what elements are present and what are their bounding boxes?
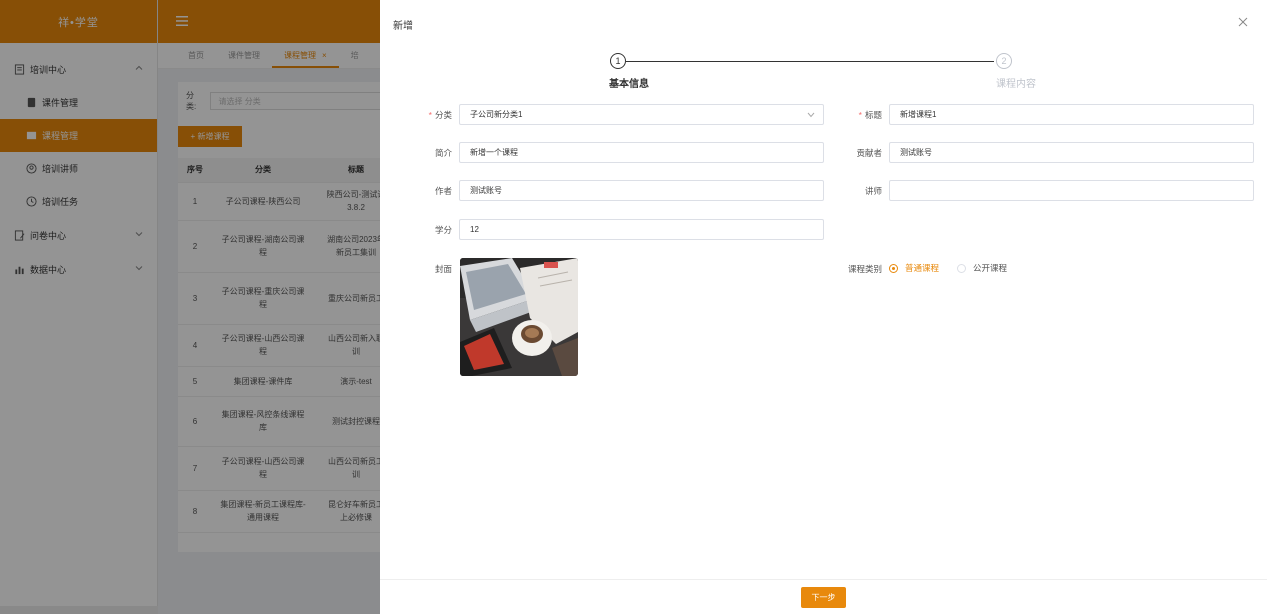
credit-label: 学分 bbox=[434, 225, 452, 235]
drawer-title: 新增 bbox=[393, 21, 413, 32]
lecturer-input[interactable] bbox=[889, 180, 1254, 201]
step-2-number: 2 bbox=[996, 53, 1012, 69]
radio-checked-icon bbox=[889, 263, 898, 273]
contributor-label: 贡献者 bbox=[856, 148, 882, 158]
radio-unchecked-icon bbox=[957, 263, 967, 273]
intro-label: 简介 bbox=[434, 148, 452, 158]
credit-input[interactable]: 12 bbox=[459, 219, 824, 240]
lecturer-label: 讲师 bbox=[864, 186, 882, 196]
step-1-number: 1 bbox=[610, 53, 626, 69]
category-select[interactable]: 子公司新分类1 bbox=[459, 104, 824, 125]
steps-indicator: 1 2 基本信息 课程内容 bbox=[380, 52, 1267, 92]
drawer-footer: 下一步 bbox=[380, 579, 1267, 614]
add-course-drawer: 新增 1 2 基本信息 课程内容 * 分类 子公司新分类1 * 标题 新增课程1 简… bbox=[380, 0, 1267, 614]
contributor-input[interactable]: 测试账号 bbox=[889, 142, 1254, 163]
course-type-label: 课程类别 bbox=[847, 264, 882, 274]
cover-photo bbox=[460, 258, 578, 376]
radio-public-course[interactable]: 公开课程 bbox=[957, 262, 1007, 274]
step-1-title: 基本信息 bbox=[609, 79, 649, 90]
category-label: * 分类 bbox=[428, 110, 452, 120]
next-step-button[interactable]: 下一步 bbox=[801, 587, 846, 608]
cover-image-upload[interactable] bbox=[460, 258, 578, 376]
chevron-down-icon bbox=[807, 112, 815, 118]
title-label: * 标题 bbox=[858, 110, 882, 120]
modal-overlay[interactable] bbox=[0, 0, 380, 614]
author-label: 作者 bbox=[434, 186, 452, 196]
cover-label: 封面 bbox=[434, 264, 452, 274]
radio-regular-course[interactable]: 普通课程 bbox=[889, 262, 939, 274]
close-icon[interactable] bbox=[1237, 16, 1249, 28]
step-2-title: 课程内容 bbox=[996, 79, 1036, 90]
course-type-radio-group: 普通课程 公开课程 bbox=[889, 262, 1025, 274]
step-connector bbox=[626, 61, 994, 62]
author-input[interactable]: 测试账号 bbox=[459, 180, 824, 201]
intro-input[interactable]: 新增一个课程 bbox=[459, 142, 824, 163]
title-input[interactable]: 新增课程1 bbox=[889, 104, 1254, 125]
